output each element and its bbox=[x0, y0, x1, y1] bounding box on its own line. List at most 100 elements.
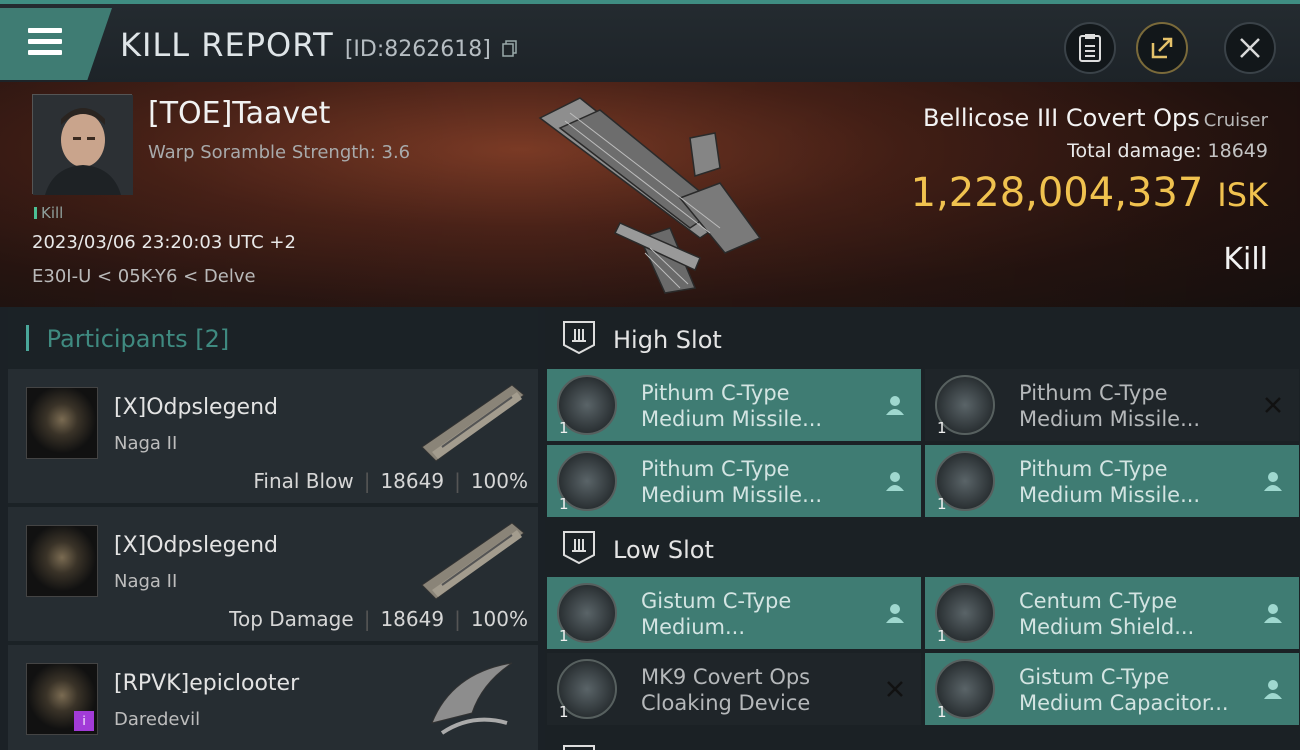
participant-stats: Final Blow | 18649 | 100% bbox=[253, 469, 528, 493]
divider: | bbox=[454, 469, 461, 493]
module-name-line1: Centum C-Type bbox=[1019, 589, 1178, 613]
participant-ship: Daredevil bbox=[114, 709, 201, 730]
user-icon bbox=[886, 396, 904, 415]
close-icon bbox=[887, 681, 903, 697]
total-damage: Total damage: 18649 bbox=[1067, 140, 1268, 162]
participant-ship: Naga II bbox=[114, 571, 178, 592]
module-quantity: 1 bbox=[937, 495, 947, 513]
participant-row[interactable]: i [RPVK]epiclooter Daredevil bbox=[8, 645, 538, 750]
low-slot-header: Low Slot bbox=[545, 517, 1300, 579]
participants-title: Participants [2] bbox=[26, 325, 230, 353]
user-icon bbox=[886, 604, 904, 623]
high-slot-icon bbox=[563, 321, 595, 355]
participant-name: [RPVK]epiclooter bbox=[114, 671, 300, 696]
participant-row[interactable]: [X]Odpslegend Naga II Final Blow | 18649 | 1… bbox=[8, 369, 538, 503]
participant-row[interactable]: [X]Odpslegend Naga II Top Damage | 18649 | 1… bbox=[8, 507, 538, 641]
isk-unit: ISK bbox=[1217, 176, 1268, 214]
module-name-line2: Medium Capacitor... bbox=[1019, 691, 1229, 715]
module-name-line2: Medium Missile... bbox=[641, 483, 823, 507]
module-quantity: 1 bbox=[937, 703, 947, 721]
user-icon bbox=[1264, 680, 1282, 699]
module-slot[interactable]: 1 Pithum C-Type Medium Missile... bbox=[925, 445, 1299, 517]
module-slot[interactable]: 1 Pithum C-Type Medium Missile... bbox=[547, 445, 921, 517]
copy-icon[interactable] bbox=[502, 40, 518, 58]
hamburger-icon-bar bbox=[28, 50, 62, 55]
pilot-avatar bbox=[33, 95, 133, 195]
victim-name[interactable]: [TOE]Taavet bbox=[148, 96, 330, 131]
victim-ship[interactable]: Bellicose III Covert Ops Cruiser bbox=[923, 104, 1268, 132]
participant-ship-image bbox=[421, 522, 525, 600]
participant-avatar bbox=[26, 387, 98, 459]
share-button[interactable] bbox=[1136, 22, 1188, 74]
clipboard-button[interactable] bbox=[1064, 22, 1116, 74]
module-name-line1: Pithum C-Type bbox=[1019, 381, 1168, 405]
user-icon bbox=[886, 472, 904, 491]
module-name-line2: Medium Missile... bbox=[1019, 483, 1201, 507]
high-slot-header: High Slot bbox=[545, 307, 1300, 369]
low-slot-label: Low Slot bbox=[613, 536, 714, 564]
participants-title-text: Participants bbox=[46, 325, 188, 353]
page-title-text: KILL REPORT bbox=[120, 26, 334, 64]
divider: | bbox=[363, 469, 371, 493]
share-icon bbox=[1151, 37, 1173, 59]
participant-percent: 100% bbox=[470, 469, 528, 493]
participant-role: Top Damage bbox=[229, 607, 354, 631]
info-badge[interactable]: i bbox=[74, 711, 94, 731]
participant-percent: 100% bbox=[470, 607, 528, 631]
module-slot[interactable]: 1 Centum C-Type Medium Shield... bbox=[925, 577, 1299, 649]
isk-amount: 1,228,004,337 bbox=[910, 170, 1204, 216]
clipboard-icon bbox=[1079, 34, 1101, 62]
participant-ship-image bbox=[421, 384, 525, 462]
user-icon bbox=[1264, 604, 1282, 623]
ship-name: Bellicose III Covert Ops bbox=[922, 104, 1200, 132]
participants-panel: Participants [2] [X]Odpslegend Naga II F… bbox=[8, 307, 538, 750]
participant-name: [X]Odpslegend bbox=[114, 395, 279, 420]
user-icon bbox=[1264, 472, 1282, 491]
module-quantity: 1 bbox=[559, 703, 569, 721]
isk-value: 1,228,004,337 ISK bbox=[911, 170, 1268, 216]
module-name-line1: Pithum C-Type bbox=[641, 457, 790, 481]
page-title: KILL REPORT [ID:8262618] bbox=[120, 26, 518, 64]
report-id: [ID:8262618] bbox=[344, 37, 491, 62]
participant-avatar bbox=[26, 525, 98, 597]
module-slot[interactable]: 1 Pithum C-Type Medium Missile... bbox=[925, 369, 1299, 441]
module-slot[interactable]: 1 Pithum C-Type Medium Missile... bbox=[547, 369, 921, 441]
hamburger-icon bbox=[28, 28, 62, 33]
ship-class: Cruiser bbox=[1203, 110, 1268, 131]
total-damage-value: 18649 bbox=[1207, 140, 1268, 162]
module-name-line2: Medium Missile... bbox=[641, 407, 823, 431]
module-slot[interactable]: 1 Gistum C-Type Medium Capacitor... bbox=[925, 653, 1299, 725]
kill-datetime: 2023/03/06 23:20:03 UTC +2 bbox=[32, 232, 296, 253]
module-name-line2: Cloaking Device bbox=[641, 691, 811, 715]
module-slot[interactable]: 1 Gistum C-Type Medium... bbox=[547, 577, 921, 649]
module-quantity: 1 bbox=[559, 627, 569, 645]
participants-count: [2] bbox=[195, 325, 230, 353]
participant-ship-image bbox=[431, 662, 513, 735]
participant-damage: 18649 bbox=[380, 469, 445, 493]
divider: | bbox=[363, 607, 371, 631]
participant-role: Final Blow bbox=[253, 469, 354, 493]
hamburger-icon-bar bbox=[28, 39, 62, 44]
kill-location[interactable]: E30I-U < 05K-Y6 < Delve bbox=[32, 266, 256, 287]
module-name-line1: Gistum C-Type bbox=[1019, 665, 1170, 689]
victim-portrait[interactable] bbox=[32, 94, 133, 195]
menu-button[interactable] bbox=[0, 8, 112, 80]
top-bar: KILL REPORT [ID:8262618] bbox=[0, 0, 1300, 82]
close-button[interactable] bbox=[1224, 22, 1276, 74]
mid-slot-header-partial bbox=[545, 731, 1300, 750]
module-slot[interactable]: 1 MK9 Covert Ops Cloaking Device bbox=[547, 653, 921, 725]
victim-ship-image[interactable] bbox=[520, 88, 780, 298]
module-quantity: 1 bbox=[937, 627, 947, 645]
kill-result: Kill bbox=[1223, 242, 1268, 277]
participant-damage: 18649 bbox=[380, 607, 445, 631]
module-name-line2: Medium... bbox=[641, 615, 745, 639]
mid-slot-icon bbox=[563, 745, 595, 750]
participant-stats: Top Damage | 18649 | 100% bbox=[229, 607, 528, 631]
module-name-line1: MK9 Covert Ops bbox=[641, 665, 811, 689]
module-quantity: 1 bbox=[559, 495, 569, 513]
close-icon bbox=[1240, 38, 1260, 58]
module-quantity: 1 bbox=[937, 419, 947, 437]
module-name-line1: Pithum C-Type bbox=[641, 381, 790, 405]
kill-tag: Kill bbox=[34, 204, 63, 222]
participant-name: [X]Odpslegend bbox=[114, 533, 279, 558]
